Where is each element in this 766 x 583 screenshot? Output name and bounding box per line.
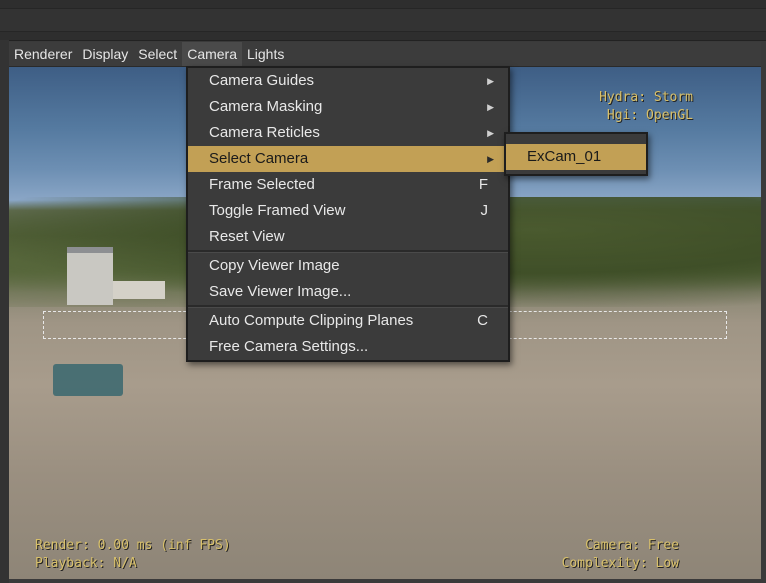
menu-item-label: Reset View	[209, 228, 285, 245]
hud-camera: Camera: Free	[585, 538, 679, 553]
shortcut-label: J	[480, 202, 489, 219]
menu-item-label: Select Camera	[209, 150, 309, 167]
shortcut-label: C	[477, 312, 488, 329]
hud-camera-info: Camera: Free Complexity: Low	[562, 537, 679, 573]
chevron-right-icon: ▶	[487, 154, 494, 164]
hud-hgi: Hgi: OpenGL	[606, 108, 693, 123]
chevron-right-icon: ▶	[487, 76, 494, 86]
menu-item-reset-view[interactable]: Reset View	[188, 224, 508, 250]
hud-render-stats: Render: 0.00 ms (inf FPS) Playback: N/A	[35, 537, 231, 573]
menu-item-camera-guides[interactable]: Camera Guides ▶	[188, 68, 508, 94]
left-panel-edge	[0, 40, 9, 583]
menu-item-free-camera-settings[interactable]: Free Camera Settings...	[188, 334, 508, 360]
menu-item-label: Camera Masking	[209, 98, 323, 115]
menu-item-camera-masking[interactable]: Camera Masking ▶	[188, 94, 508, 120]
menu-item-auto-compute-clipping[interactable]: Auto Compute Clipping Planes C	[188, 308, 508, 334]
menu-camera[interactable]: Camera	[182, 42, 242, 66]
menu-item-label: Auto Compute Clipping Planes	[209, 312, 414, 329]
menu-display[interactable]: Display	[77, 42, 133, 66]
submenu-item-excam-01[interactable]: ExCam_01	[506, 144, 646, 170]
menu-item-save-viewer-image[interactable]: Save Viewer Image...	[188, 279, 508, 305]
hud-render-time: Render: 0.00 ms (inf FPS)	[35, 538, 231, 553]
menu-item-select-camera[interactable]: Select Camera ▶	[188, 146, 508, 172]
scene-chairs	[53, 364, 123, 396]
menu-item-camera-reticles[interactable]: Camera Reticles ▶	[188, 120, 508, 146]
top-toolbar	[0, 0, 766, 41]
toolbar-strip	[0, 8, 766, 32]
scene-building	[67, 247, 113, 305]
menu-item-label: Camera Reticles	[209, 124, 320, 141]
shortcut-label: F	[478, 176, 488, 193]
menu-item-frame-selected[interactable]: Frame Selected F	[188, 172, 508, 198]
hud-complexity: Complexity: Low	[561, 556, 679, 571]
menu-item-label: Copy Viewer Image	[209, 257, 340, 274]
scene-building-annex	[113, 281, 165, 299]
menu-item-label: Frame Selected	[209, 176, 315, 193]
menu-item-label: Camera Guides	[209, 72, 315, 89]
chevron-right-icon: ▶	[487, 128, 494, 138]
hud-playback: Playback: N/A	[35, 556, 137, 571]
menu-item-copy-viewer-image[interactable]: Copy Viewer Image	[188, 253, 508, 279]
chevron-right-icon: ▶	[487, 102, 494, 112]
menu-item-toggle-framed-view[interactable]: Toggle Framed View J	[188, 198, 508, 224]
camera-dropdown-menu: Camera Guides ▶ Camera Masking ▶ Camera …	[186, 66, 510, 362]
menu-lights[interactable]: Lights	[242, 42, 289, 66]
select-camera-submenu: ExCam_01	[504, 132, 648, 176]
menu-item-label: Free Camera Settings...	[209, 338, 369, 355]
menu-item-label: Toggle Framed View	[209, 202, 346, 219]
menu-select[interactable]: Select	[133, 42, 182, 66]
hud-hydra: Hydra: Storm	[599, 90, 693, 105]
hud-renderer-info: Hydra: Storm Hgi: OpenGL	[599, 89, 693, 125]
viewer-menubar: Renderer Display Select Camera Lights	[9, 42, 761, 67]
menu-item-label: Save Viewer Image...	[209, 283, 352, 300]
menu-renderer[interactable]: Renderer	[9, 42, 77, 66]
